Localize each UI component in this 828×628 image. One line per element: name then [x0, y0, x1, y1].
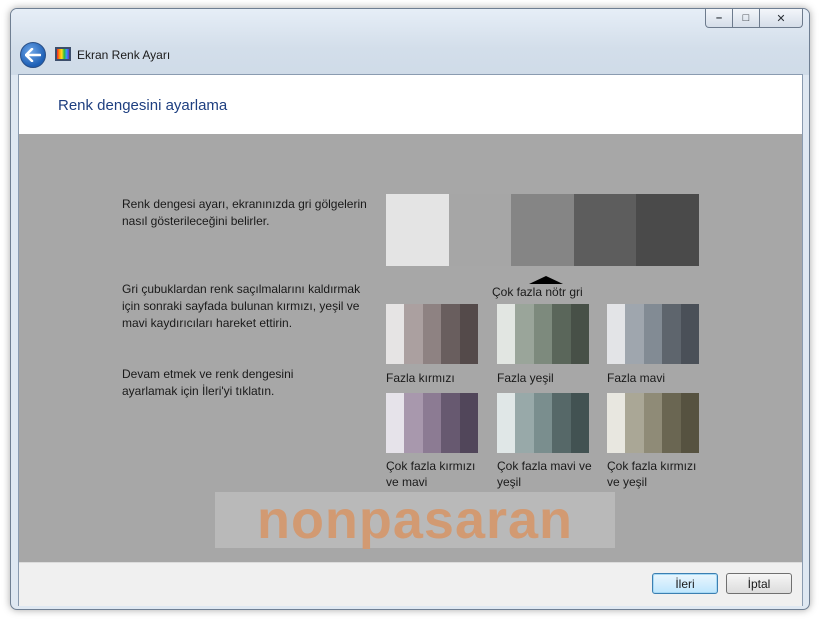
swatch-bar — [459, 304, 479, 364]
continue-text: Devam etmek ve renk dengesini ayarlamak … — [122, 367, 294, 398]
swatch-bar — [497, 393, 516, 453]
swatch-bar — [680, 304, 700, 364]
maximize-button[interactable]: □ — [732, 9, 760, 28]
next-button[interactable]: İleri — [652, 573, 718, 594]
swatch-bar — [404, 304, 423, 364]
ramp-bar-5 — [636, 194, 699, 266]
swatch-bar — [515, 393, 534, 453]
wizard-content: Renk dengesini ayarlama Renk dengesi aya… — [18, 74, 803, 606]
page-title: Renk dengesini ayarlama — [58, 97, 228, 114]
color-swatch — [607, 393, 700, 453]
display-color-icon — [55, 47, 71, 61]
swatch-bar — [441, 304, 460, 364]
swatch-bar — [607, 393, 626, 453]
swatch-label: Çok fazla mavi ve yeşil — [497, 459, 592, 489]
ramp-label: Çok fazla nötr gri — [492, 285, 583, 299]
ramp-bar-1 — [386, 194, 449, 266]
swatch-bar — [533, 393, 553, 453]
back-button[interactable] — [20, 42, 46, 68]
minimize-button[interactable]: – — [705, 9, 733, 28]
swatch-bar — [625, 393, 644, 453]
swatch-bar — [386, 393, 405, 453]
swatch-bar — [422, 304, 442, 364]
ramp-bar-2 — [448, 194, 512, 266]
color-swatch — [497, 393, 590, 453]
footer-bar: İleri İptal — [19, 562, 802, 606]
swatch-label: Çok fazla kırmızı ve yeşil — [607, 459, 697, 489]
color-swatch — [386, 393, 479, 453]
color-swatch — [386, 304, 479, 364]
swatch-bar — [643, 393, 663, 453]
swatch-bar — [386, 304, 405, 364]
swatch-bar — [404, 393, 423, 453]
arrow-left-icon — [25, 48, 41, 62]
swatch-bar — [625, 304, 644, 364]
swatch-bar — [552, 304, 571, 364]
neutral-gray-ramp — [386, 194, 699, 266]
swatch-bar — [422, 393, 442, 453]
color-swatch — [607, 304, 700, 364]
swatch-bar — [570, 304, 590, 364]
watermark: nonpasaran — [215, 492, 615, 548]
swatch-bar — [607, 304, 626, 364]
swatch-bar — [515, 304, 534, 364]
header-area: Renk dengesini ayarlama — [19, 75, 802, 134]
swatch-bar — [643, 304, 663, 364]
swatch-bar — [533, 304, 553, 364]
swatch-bar — [662, 393, 681, 453]
swatch-bar — [680, 393, 700, 453]
swatch-bar — [441, 393, 460, 453]
intro-text: Renk dengesi ayarı, ekranınızda gri gölg… — [122, 197, 367, 228]
caption-buttons: – □ ✕ — [705, 9, 803, 28]
swatch-label: Fazla yeşil — [497, 371, 554, 385]
ramp-bar-3 — [511, 194, 574, 266]
swatch-bar — [662, 304, 681, 364]
swatch-bar — [497, 304, 516, 364]
app-window: – □ ✕ Ekran Renk Ayarı Renk dengesini ay… — [10, 8, 810, 610]
swatch-bar — [459, 393, 479, 453]
swatch-bar — [570, 393, 590, 453]
ramp-bar-4 — [573, 194, 637, 266]
close-button[interactable]: ✕ — [759, 9, 803, 28]
swatch-label: Fazla mavi — [607, 371, 666, 385]
triangle-pointer-icon — [529, 276, 563, 284]
swatch-label: Çok fazla kırmızı ve mavi — [386, 459, 476, 489]
color-swatch — [497, 304, 590, 364]
instruction-text: Gri çubuklardan renk saçılmalarını kaldı… — [122, 282, 361, 330]
gray-background-area: Renk dengesi ayarı, ekranınızda gri gölg… — [19, 134, 802, 562]
cancel-button[interactable]: İptal — [726, 573, 792, 594]
window-title: Ekran Renk Ayarı — [77, 48, 171, 62]
title-bar — [11, 9, 809, 75]
swatch-label: Fazla kırmızı — [386, 371, 455, 385]
swatch-bar — [552, 393, 571, 453]
